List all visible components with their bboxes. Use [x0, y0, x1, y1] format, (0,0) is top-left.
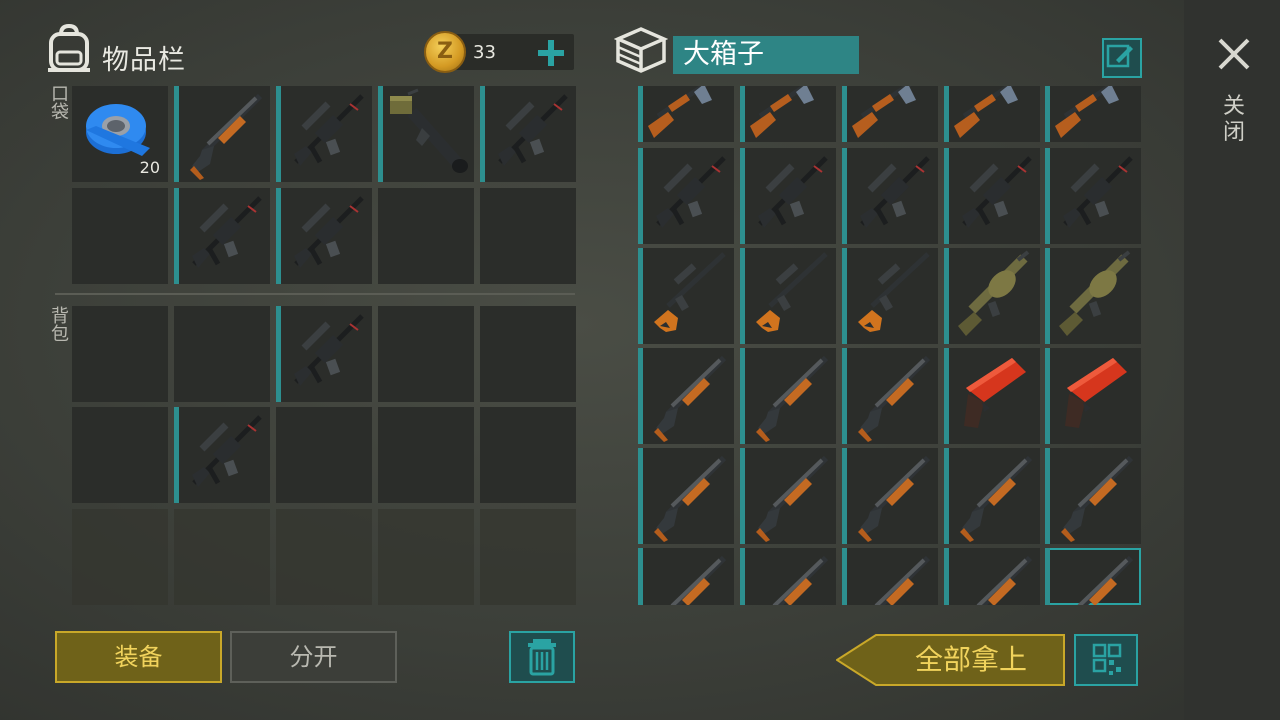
inventory-slot-empty[interactable] — [174, 306, 270, 402]
inventory-slot-empty[interactable] — [480, 188, 576, 284]
container-slot-ak[interactable] — [944, 86, 1040, 142]
container-slot-sniper[interactable] — [842, 248, 938, 344]
inventory-slot-empty[interactable] — [72, 509, 168, 605]
container-slot-rifle[interactable] — [740, 148, 836, 244]
take-all-label: 全部拿上 — [914, 643, 1027, 676]
container-slot-grenade[interactable] — [1045, 248, 1141, 344]
inventory-slot-tape[interactable]: 20 — [72, 86, 168, 182]
coin-amount: 33 — [473, 42, 496, 63]
container-slot-rifle[interactable] — [1045, 148, 1141, 244]
container-slot-shotgun[interactable] — [944, 548, 1040, 605]
container-name-field[interactable]: 大箱子 — [673, 36, 859, 74]
container-slot-shotgun[interactable] — [740, 548, 836, 605]
container-slot-shotgun[interactable] — [740, 348, 836, 444]
edit-icon[interactable] — [1102, 38, 1142, 78]
container-slot-shotgun[interactable] — [638, 548, 734, 605]
inventory-slot-empty[interactable] — [276, 509, 372, 605]
inventory-slot-rifle[interactable] — [276, 306, 372, 402]
container-slot-shotgun[interactable] — [842, 448, 938, 544]
plus-icon[interactable] — [536, 38, 566, 68]
container-slot-rifle[interactable] — [638, 148, 734, 244]
item-count: 20 — [139, 158, 160, 177]
grid-view-button[interactable] — [1074, 634, 1138, 686]
container-slot-flare[interactable] — [944, 348, 1040, 444]
container-slot-ak[interactable] — [638, 86, 734, 142]
container-slot-shotgun[interactable] — [638, 448, 734, 544]
container-slot-ak[interactable] — [740, 86, 836, 142]
container-slot-grenade[interactable] — [944, 248, 1040, 344]
container-slot-ak[interactable] — [1045, 86, 1141, 142]
inventory-slot-empty[interactable] — [72, 306, 168, 402]
container-slot-flare[interactable] — [1045, 348, 1141, 444]
inventory-title: 物品栏 — [102, 45, 186, 76]
container-slot-rifle[interactable] — [842, 148, 938, 244]
inventory-slot-rifle[interactable] — [276, 86, 372, 182]
trash-button[interactable] — [509, 631, 575, 683]
container-slot-rifle[interactable] — [944, 148, 1040, 244]
container-slot-sniper[interactable] — [740, 248, 836, 344]
inventory-slot-rifle[interactable] — [174, 188, 270, 284]
inventory-slot-empty[interactable] — [378, 509, 474, 605]
split-button[interactable]: 分开 — [230, 631, 397, 683]
inventory-slot-empty[interactable] — [480, 509, 576, 605]
container-slot-ak[interactable] — [842, 86, 938, 142]
container-slot-shotgun[interactable] — [638, 348, 734, 444]
container-slot-shotgun[interactable] — [1045, 448, 1141, 544]
inventory-slot-empty[interactable] — [480, 407, 576, 503]
grid-icon — [1092, 643, 1122, 675]
inventory-slot-empty[interactable] — [480, 306, 576, 402]
backpack-icon — [46, 23, 92, 74]
trash-icon — [528, 639, 556, 676]
backpack-label: 背包 — [51, 306, 69, 345]
take-all-button[interactable]: 全部拿上 — [836, 634, 1066, 686]
inventory-slot-rifle[interactable] — [276, 188, 372, 284]
container-slot-shotgun[interactable] — [944, 448, 1040, 544]
inventory-slot-launcher[interactable] — [378, 86, 474, 182]
inventory-slot-empty[interactable] — [378, 306, 474, 402]
inventory-slot-empty[interactable] — [72, 407, 168, 503]
inventory-slot-empty[interactable] — [378, 188, 474, 284]
container-slot-shotgun[interactable] — [842, 548, 938, 605]
pocket-backpack-divider — [55, 293, 575, 295]
inventory-slot-rifle[interactable] — [480, 86, 576, 182]
chest-icon — [613, 25, 669, 75]
equip-button[interactable]: 装备 — [55, 631, 222, 683]
container-slot-sniper[interactable] — [638, 248, 734, 344]
pocket-label: 口袋 — [51, 84, 69, 123]
coin-icon: Z — [424, 31, 466, 73]
inventory-slot-empty[interactable] — [174, 509, 270, 605]
inventory-slot-rifle[interactable] — [174, 407, 270, 503]
inventory-slot-shotgun[interactable] — [174, 86, 270, 182]
container-slot-shotgun[interactable] — [740, 448, 836, 544]
container-slot-shotgun[interactable] — [1045, 548, 1141, 605]
inventory-slot-empty[interactable] — [378, 407, 474, 503]
close-icon[interactable] — [1216, 36, 1252, 72]
inventory-slot-empty[interactable] — [276, 407, 372, 503]
inventory-slot-empty[interactable] — [72, 188, 168, 284]
close-label[interactable]: 关闭 — [1221, 94, 1247, 146]
container-slot-shotgun[interactable] — [842, 348, 938, 444]
